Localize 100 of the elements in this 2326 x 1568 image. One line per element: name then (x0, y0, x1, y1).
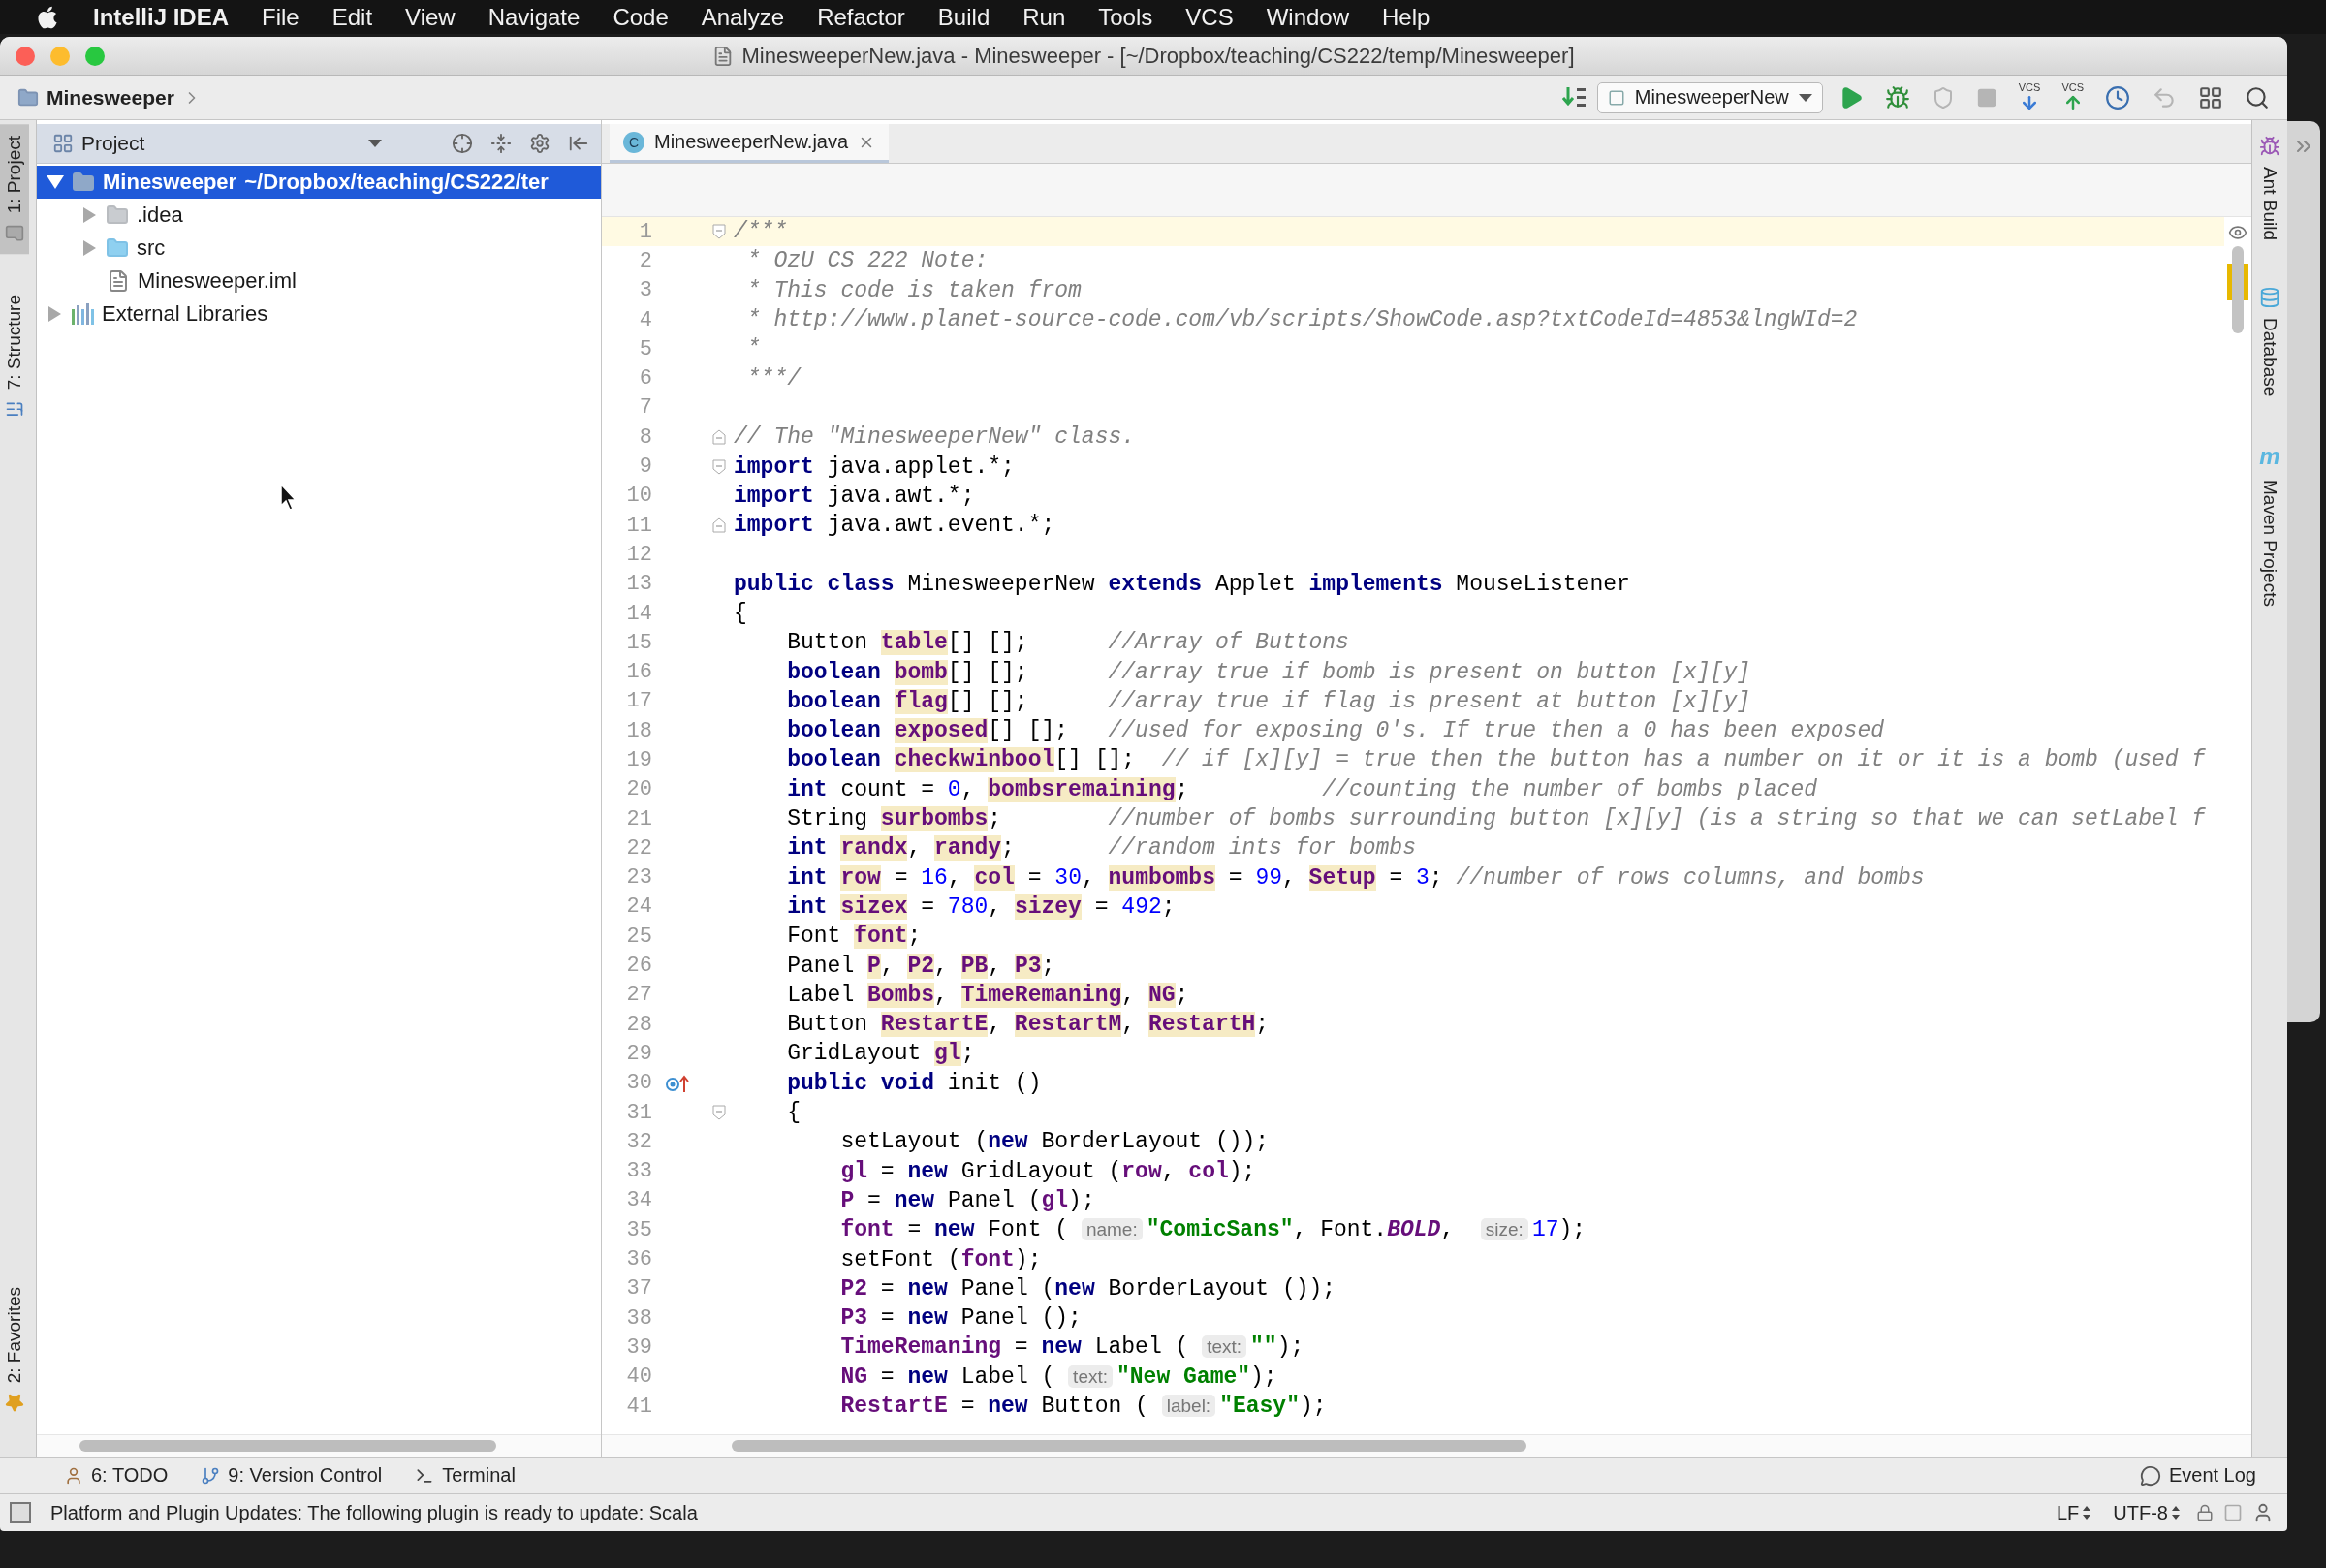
panel-toggle-icon[interactable] (10, 1502, 31, 1523)
scrollbar-thumb[interactable] (732, 1440, 1526, 1452)
fold-marker-icon[interactable] (712, 429, 726, 446)
tool-window-tab[interactable]: 1: Project (0, 124, 29, 255)
code-line: * (745, 336, 761, 362)
code-line: Label Bombs, TimeRemaning, NG; (786, 982, 1189, 1008)
code-line: import java.awt.*; (734, 483, 975, 509)
menu-item[interactable]: Tools (1098, 3, 1153, 31)
code-line: public class MinesweeperNew extends Applet implements MouseListener (734, 571, 1630, 597)
status-message[interactable]: Platform and Plugin Updates: The following plugin is ready to update: Scala (50, 1501, 698, 1524)
event-log-button[interactable]: Event Log (2127, 1464, 2268, 1487)
item-path: ~/Dropbox/teaching/CS222/ter (244, 170, 549, 195)
line-separator-selector[interactable]: LF (2051, 1501, 2098, 1524)
line-number: 14 (625, 601, 653, 626)
tool-window-tab[interactable]: 2: Favorites (0, 1274, 29, 1424)
clock-icon (2105, 84, 2130, 110)
code-line: TimeRemaning = new Label ( text: ""); (839, 1334, 1304, 1361)
folder-icon (106, 204, 129, 227)
line-number: 26 (625, 954, 653, 979)
menu-item[interactable]: File (262, 3, 299, 31)
fold-marker-icon[interactable] (712, 517, 726, 534)
editor-tab[interactable]: C MinesweeperNew.java (610, 124, 890, 163)
menu-item[interactable]: Refactor (817, 3, 905, 31)
code-line: P2 = new Panel (new BorderLayout ()); (839, 1275, 1336, 1301)
menu-item[interactable]: Edit (331, 3, 373, 31)
person-icon (64, 1465, 83, 1486)
encoding-selector[interactable]: UTF-8 (2107, 1501, 2186, 1524)
minimize-button[interactable] (50, 46, 70, 66)
up-down-arrows-icon (2171, 1504, 2181, 1521)
line-number: 16 (625, 660, 653, 685)
lock-icon[interactable] (2196, 1504, 2214, 1521)
code-line: int row = 16, col = 30, numbombs = 99, Setup = 3; //number of rows columns, and bombs (786, 864, 1925, 891)
menu-item[interactable]: Code (613, 3, 669, 31)
crosshair-icon[interactable] (452, 133, 473, 154)
stop-icon (1975, 86, 1997, 109)
menu-item[interactable]: Navigate (487, 3, 581, 31)
line-number: 3 (638, 278, 653, 303)
folder-icon (5, 223, 24, 243)
line-number: 6 (638, 366, 653, 392)
menu-item[interactable]: Run (1022, 3, 1066, 31)
line-number: 36 (625, 1247, 653, 1272)
scrollbar-thumb[interactable] (2232, 246, 2244, 333)
line-number: 7 (638, 395, 653, 421)
code-line: import java.applet.*; (734, 454, 1015, 480)
fold-marker-icon[interactable] (712, 458, 726, 475)
eye-icon[interactable] (2228, 223, 2247, 242)
window-title: MinesweeperNew.java - Minesweeper - [~/Dropbox/teaching/CS222/temp/Minesweeper] (741, 43, 1575, 69)
tool-window-button[interactable]: 9: Version Control (189, 1464, 394, 1487)
vcs-commit-button[interactable]: VCS (2056, 78, 2090, 116)
menu-item[interactable]: Help (1382, 3, 1430, 31)
scrollbar-thumb[interactable] (79, 1440, 496, 1452)
project-view-icon (52, 133, 74, 154)
settings-icon[interactable] (529, 133, 550, 154)
line-number: 35 (625, 1217, 653, 1242)
line-number: 15 (625, 630, 653, 655)
code-line: boolean flag[] []; //array true if flag is present at button [x][y] (786, 688, 1750, 714)
tree-item[interactable]: src (37, 232, 601, 265)
menu-item[interactable]: Build (937, 3, 990, 31)
breadcrumb[interactable]: Minesweeper (47, 85, 174, 110)
vcs-update-button[interactable]: VCS (2012, 78, 2047, 116)
code-line: P3 = new Panel (); (839, 1305, 1082, 1332)
item-label: Minesweeper (103, 170, 237, 195)
line-number: 29 (625, 1041, 653, 1066)
collapse-all-icon[interactable] (490, 133, 512, 154)
run-configuration-dropdown[interactable]: MinesweeperNew (1596, 81, 1823, 113)
tree-item[interactable]: Minesweeper ~/Dropbox/teaching/CS222/ter (37, 166, 601, 199)
line-number: 27 (625, 983, 653, 1008)
app-menu[interactable]: IntelliJ IDEA (93, 3, 230, 31)
library-bars-icon (71, 303, 94, 325)
ant-icon (2259, 136, 2280, 157)
tree-item[interactable]: External Libraries (37, 298, 601, 330)
tree-item[interactable]: .idea (37, 199, 601, 232)
caret-icon (1798, 93, 1812, 102)
menu-item[interactable]: View (405, 3, 456, 31)
tool-window-button[interactable]: Terminal (403, 1464, 527, 1487)
code-line: int sizex = 780, sizey = 492; (786, 894, 1176, 920)
close-button[interactable] (16, 46, 35, 66)
line-number: 13 (625, 572, 653, 597)
code-line: Button RestartE, RestartM, RestartH; (786, 1012, 1270, 1038)
menu-item[interactable]: Analyze (701, 3, 785, 31)
tool-window-tab[interactable]: 7: Structure (0, 283, 29, 431)
tool-window-tab[interactable]: Database (2252, 275, 2287, 409)
tool-window-tab[interactable]: m Maven Projects (2252, 431, 2287, 619)
code-line: * http://www.planet-source-code.com/vb/scripts/ShowCode.asp?txtCodeId=4853&lngWId=2 (745, 307, 1858, 333)
dot-arrow-icon[interactable] (666, 1073, 691, 1093)
menu-item[interactable]: VCS (1185, 3, 1234, 31)
line-number: 39 (625, 1334, 653, 1360)
fold-marker-icon[interactable] (712, 1105, 726, 1121)
maximize-button[interactable] (85, 46, 105, 66)
tree-item[interactable]: Minesweeper.iml (37, 265, 601, 298)
tool-window-button[interactable]: 6: TODO (52, 1464, 180, 1487)
line-number: 31 (625, 1100, 653, 1125)
memory-indicator-icon[interactable] (2223, 1503, 2243, 1522)
code-line: setFont (font); (839, 1246, 1042, 1272)
line-number: 1 (638, 219, 653, 244)
fold-marker-icon[interactable] (712, 224, 726, 240)
code-line: GridLayout gl; (786, 1041, 975, 1067)
line-number: 22 (625, 835, 653, 861)
tool-window-tab[interactable]: Ant Build (2252, 124, 2287, 253)
menu-item[interactable]: Window (1266, 3, 1349, 31)
